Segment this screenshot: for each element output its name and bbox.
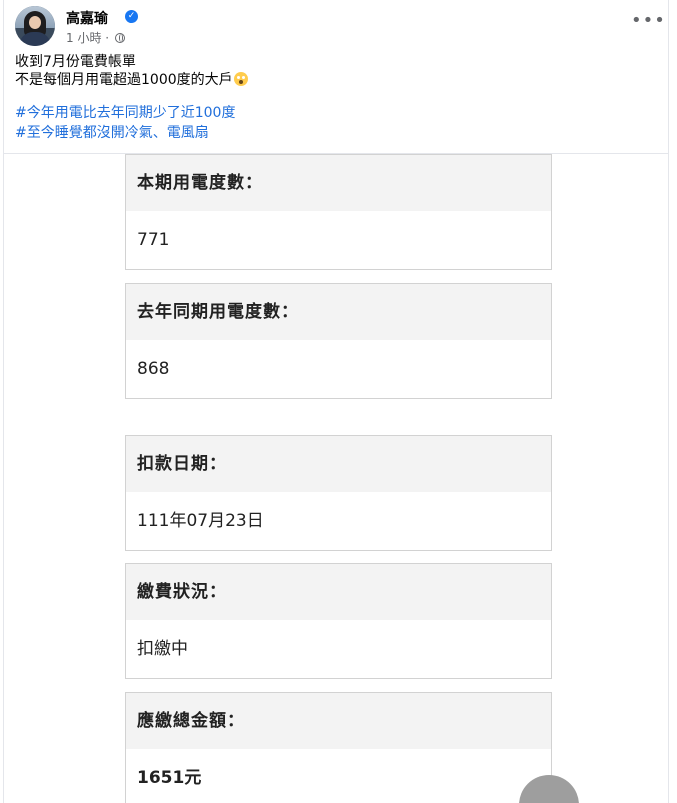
bill-card-value: 111年07月23日 [137,511,264,531]
bill-card-last-year-usage: 去年同期用電度數： 868 [125,283,552,399]
post-text-line: 收到7月份電費帳單 [15,54,136,70]
author-avatar[interactable] [15,6,55,46]
bill-card-label: 本期用電度數： [126,155,551,211]
bill-card-payment-date: 扣款日期： 111年07月23日 [125,435,552,551]
post-time[interactable]: 1 小時 [66,31,101,45]
globe-icon[interactable] [114,33,125,43]
bill-card-label: 應繳總金額： [126,693,551,749]
bill-card-label: 繳費狀況： [126,564,551,620]
verified-badge-icon: ✓ [125,10,138,23]
bill-card-value: 771 [137,230,170,250]
bill-card-value: 扣繳中 [137,639,188,659]
hashtag-link[interactable]: #今年用電比去年同期少了近100度 [15,103,235,123]
post-text: 收到7月份電費帳單 不是每個月用電超過1000度的大戶 [15,53,248,89]
meta-separator: · [101,31,113,45]
more-options-icon[interactable]: ••• [631,12,665,34]
hashtags: #今年用電比去年同期少了近100度 #至今睡覺都沒開冷氣、電風扇 [15,103,235,143]
post-meta: 1 小時 · [66,29,125,46]
author-name[interactable]: 高嘉瑜 [66,8,108,28]
bill-card-label: 去年同期用電度數： [126,284,551,340]
post-image[interactable]: 本期用電度數： 771 去年同期用電度數： 868 扣款日期： 111年07月2… [4,154,668,803]
bill-card-label: 扣款日期： [126,436,551,492]
post-header: 高嘉瑜 ✓ 1 小時 · ••• [15,6,665,48]
bill-card-total-amount: 應繳總金額： 1651元 [125,692,552,803]
facebook-post: 高嘉瑜 ✓ 1 小時 · ••• 收到7月份電費帳單 不是每個月用電超過1000… [3,0,669,803]
bill-card-value: 868 [137,359,170,379]
post-text-line: 不是每個月用電超過1000度的大戶 [15,71,248,89]
hashtag-link[interactable]: #至今睡覺都沒開冷氣、電風扇 [15,123,235,143]
face-screaming-emoji-icon [233,72,248,86]
bill-card-value: 1651元 [137,768,202,788]
bill-card-payment-status: 繳費狀況： 扣繳中 [125,563,552,679]
bill-card-current-usage: 本期用電度數： 771 [125,154,552,270]
